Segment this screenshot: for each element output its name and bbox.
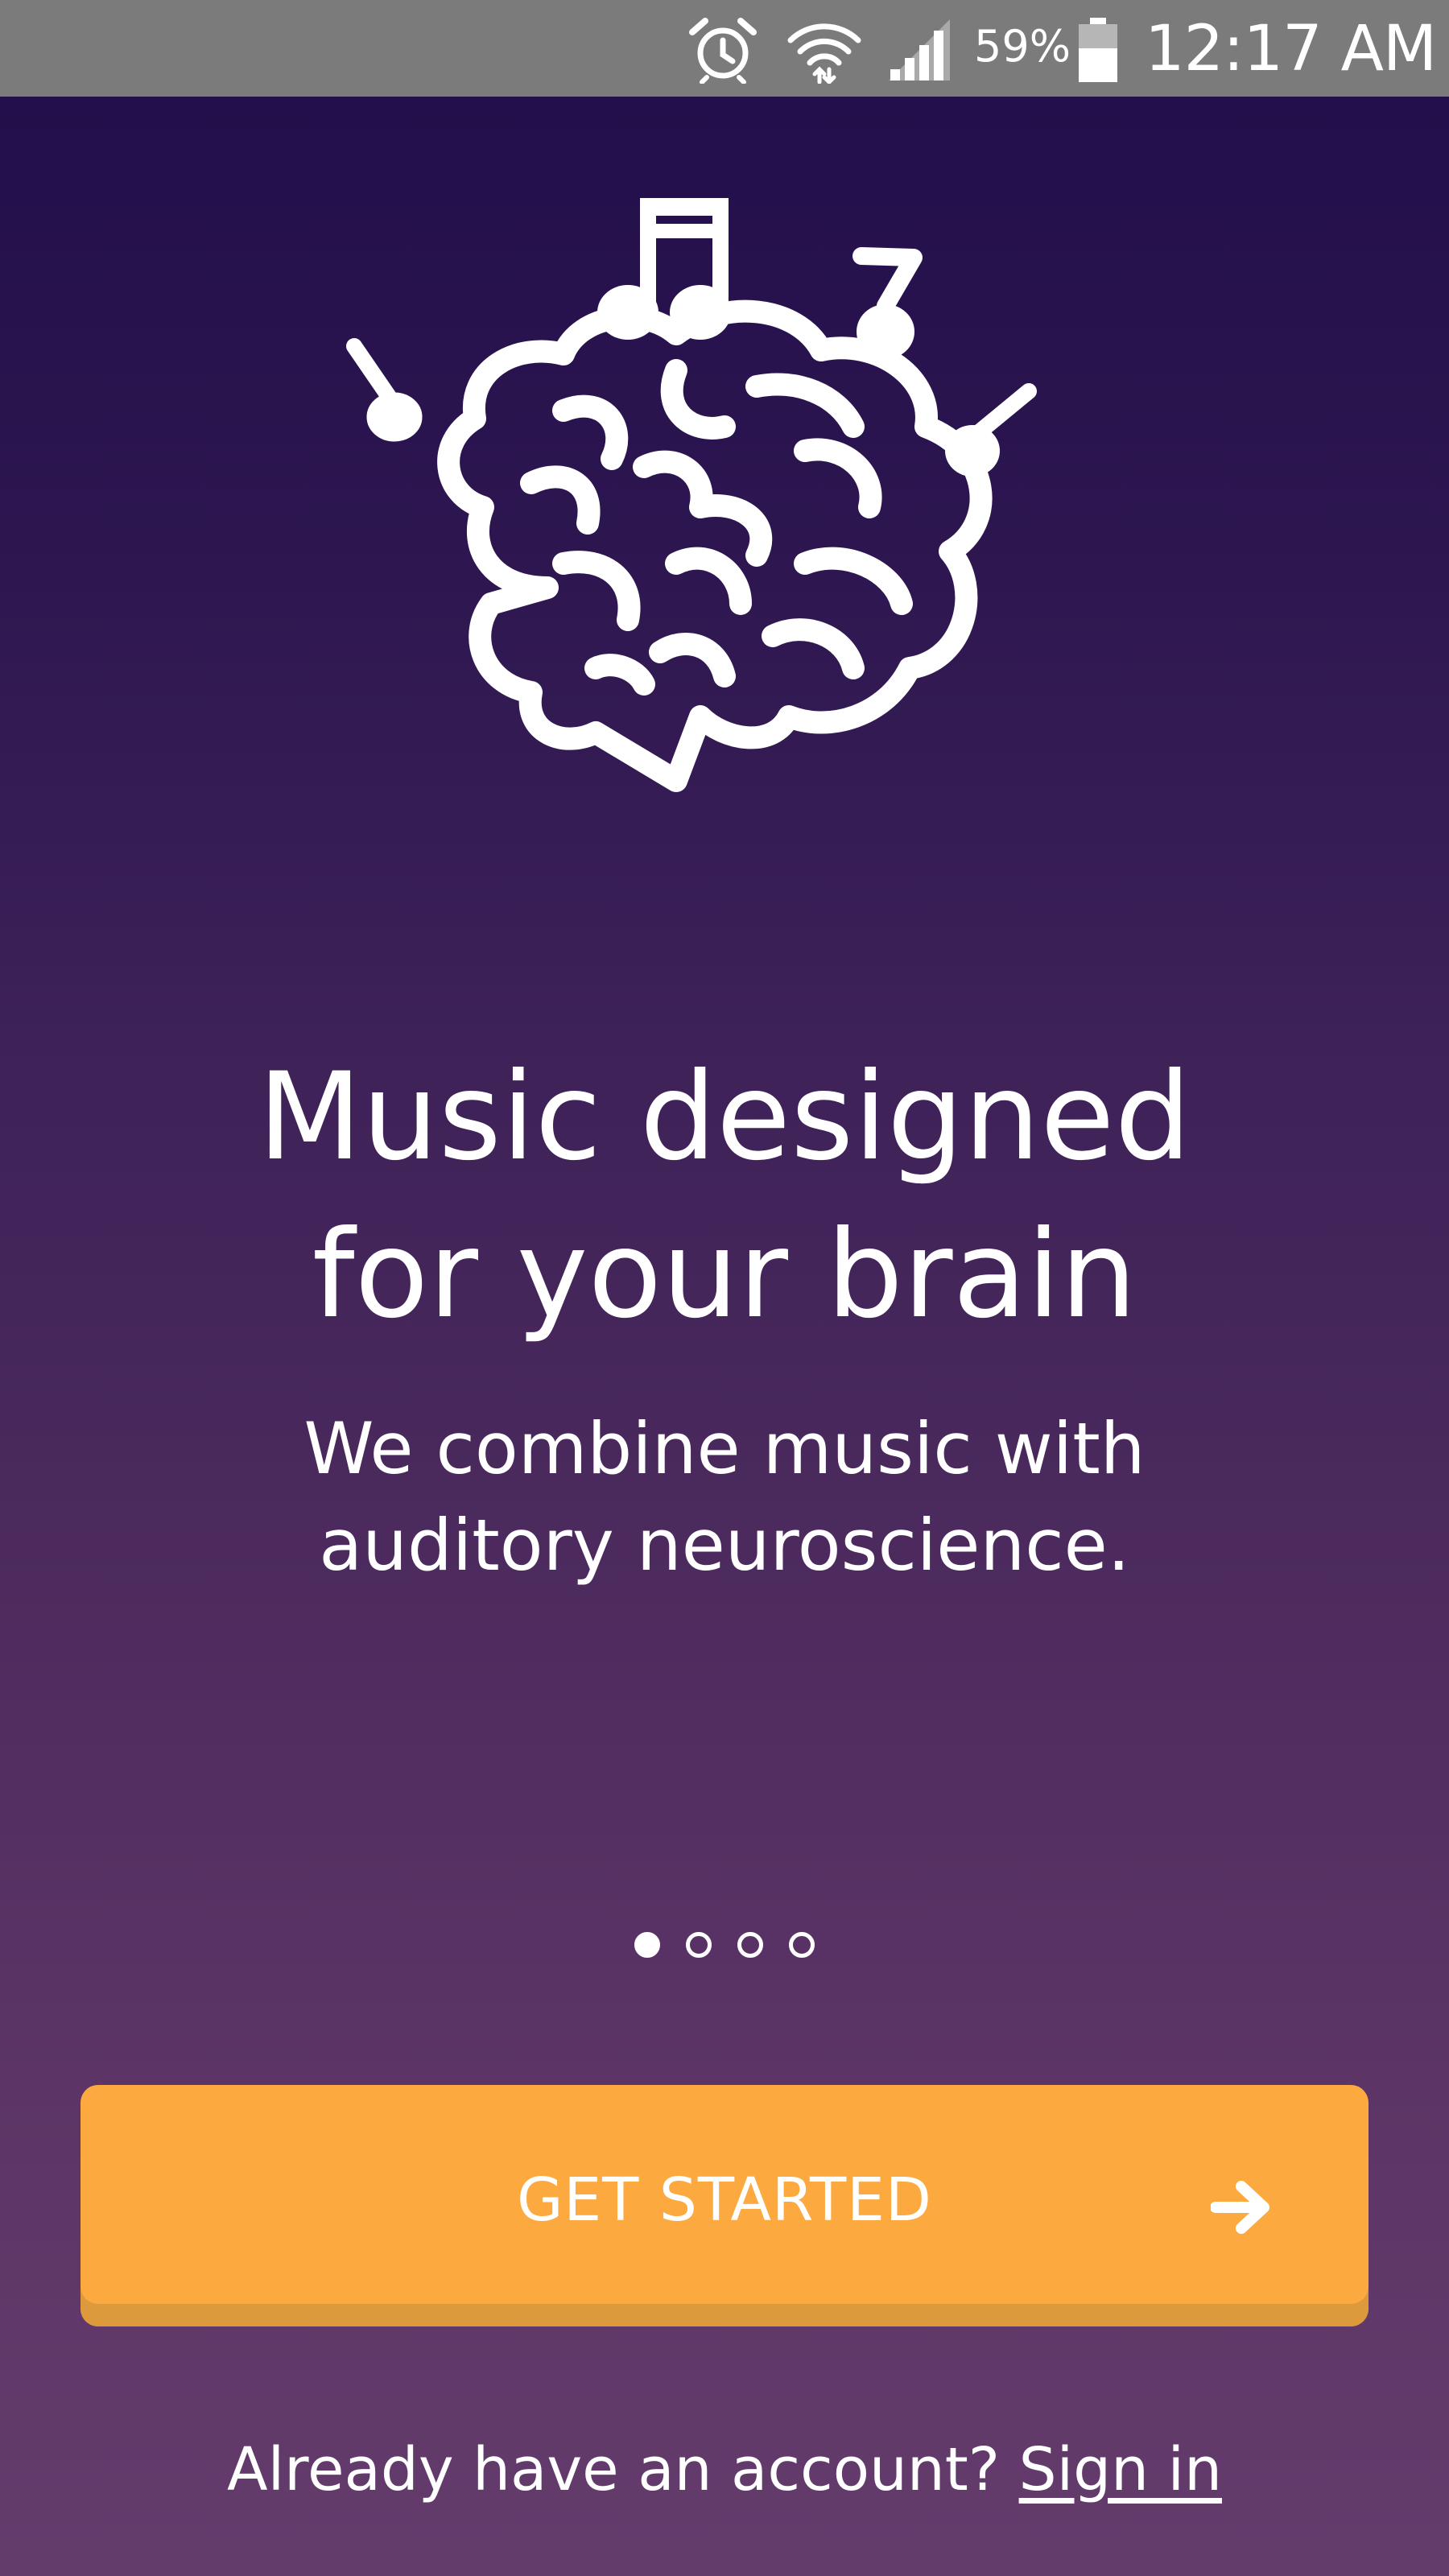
battery-icon bbox=[1079, 18, 1117, 82]
headline-line-1: Music designed bbox=[258, 1047, 1191, 1187]
clock-time: 12:17 AM bbox=[1145, 13, 1437, 85]
page-dot-1[interactable] bbox=[634, 1932, 660, 1958]
subtitle-line-2: auditory neuroscience. bbox=[319, 1504, 1130, 1587]
signin-row: Already have an account? Sign in bbox=[0, 2435, 1449, 2504]
page-indicator bbox=[0, 1932, 1449, 1958]
onboarding-subtitle: We combine music with auditory neuroscie… bbox=[0, 1401, 1449, 1594]
cell-signal-icon bbox=[889, 19, 950, 80]
brain-icon bbox=[437, 299, 993, 792]
get-started-label: GET STARTED bbox=[517, 2165, 932, 2235]
subtitle-line-1: We combine music with bbox=[303, 1407, 1146, 1490]
onboarding-headline: Music designed for your brain bbox=[0, 1038, 1449, 1354]
signin-prompt: Already have an account? bbox=[227, 2435, 1019, 2504]
page-dot-4[interactable] bbox=[789, 1932, 815, 1958]
wifi-icon bbox=[787, 23, 861, 84]
onboarding-screen: Music designed for your brain We combine… bbox=[0, 97, 1449, 2576]
status-bar: 59% 12:17 AM bbox=[0, 0, 1449, 97]
sign-in-link[interactable]: Sign in bbox=[1019, 2435, 1222, 2504]
alarm-icon bbox=[689, 18, 757, 84]
arrow-right-icon bbox=[1211, 2181, 1269, 2234]
page-dot-2[interactable] bbox=[686, 1932, 712, 1958]
battery-percent: 59% bbox=[974, 21, 1071, 72]
get-started-button[interactable]: GET STARTED bbox=[80, 2085, 1368, 2326]
brain-music-illustration bbox=[346, 198, 1037, 792]
page-dot-3[interactable] bbox=[737, 1932, 763, 1958]
headline-line-2: for your brain bbox=[312, 1205, 1137, 1345]
